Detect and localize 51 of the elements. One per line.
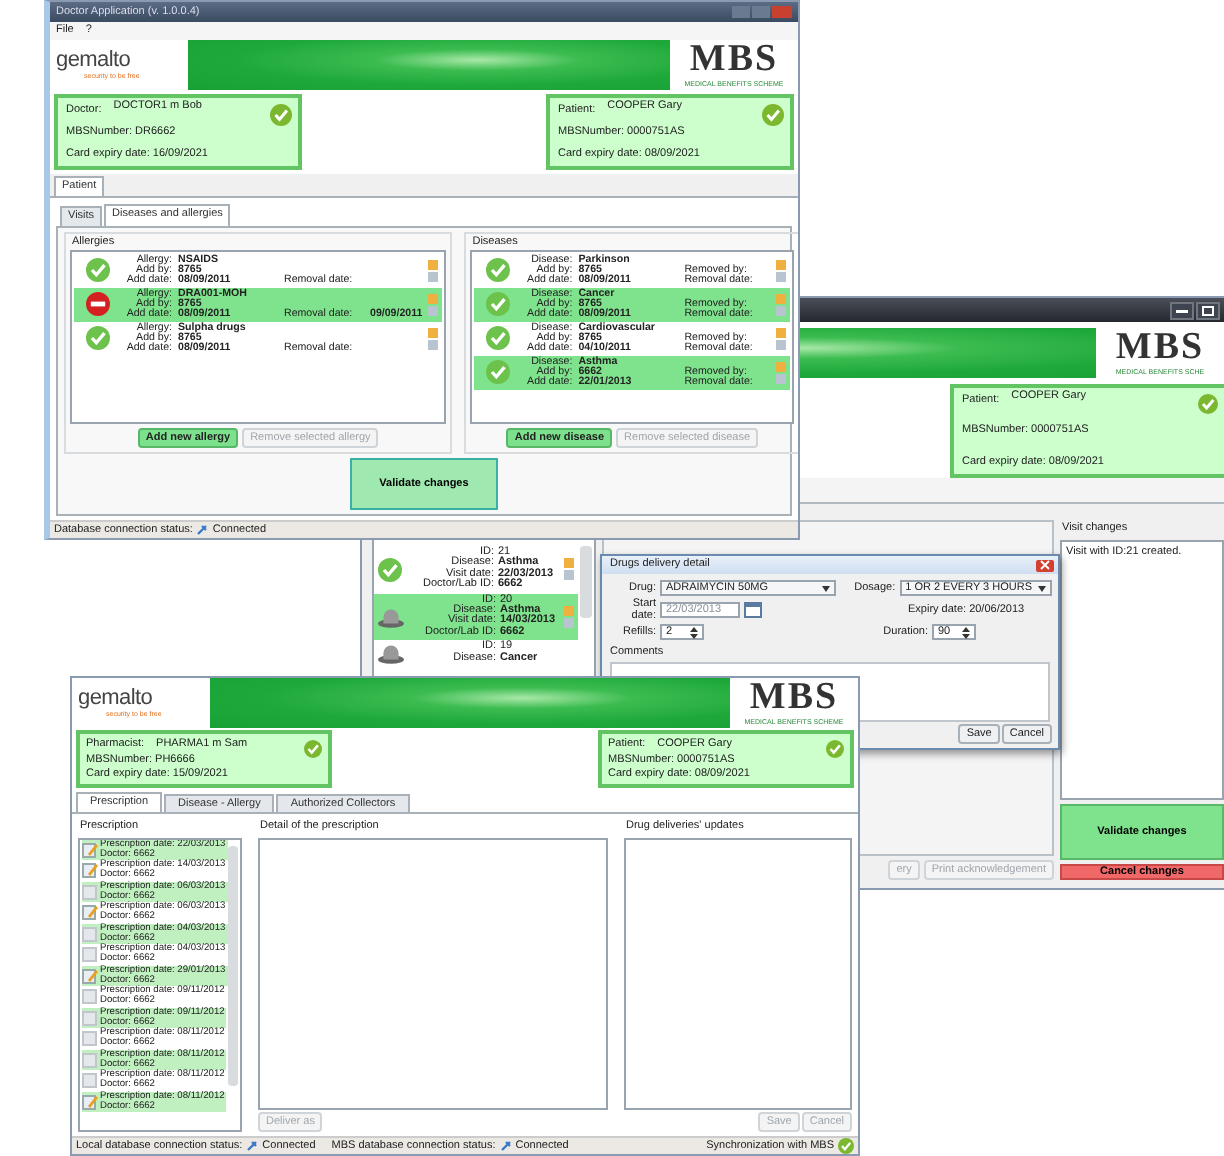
delete-icon[interactable] <box>428 339 439 350</box>
check-circle-icon <box>486 360 511 385</box>
document-icon <box>82 883 98 900</box>
check-circle-icon <box>486 292 511 317</box>
check-circle-icon <box>86 258 110 283</box>
maximize-button[interactable] <box>1196 301 1220 319</box>
spin-arrows-icon <box>690 625 698 639</box>
hat-icon <box>378 605 404 628</box>
plug-icon <box>246 1140 259 1152</box>
close-button[interactable] <box>1036 559 1054 571</box>
check-circle-icon <box>86 326 110 351</box>
delete-icon[interactable] <box>428 271 439 282</box>
spin-arrows-icon <box>962 625 970 639</box>
edit-icon[interactable] <box>776 259 787 270</box>
no-entry-icon <box>86 292 110 317</box>
plug-icon <box>196 524 209 536</box>
minimize-button[interactable] <box>1170 301 1194 319</box>
check-circle-icon <box>270 104 292 126</box>
close-icon <box>1040 560 1050 570</box>
edit-icon[interactable] <box>776 361 787 372</box>
edit-icon[interactable] <box>564 558 574 569</box>
edit-icon[interactable] <box>564 605 574 616</box>
edit-icon[interactable] <box>428 293 439 304</box>
delete-icon[interactable] <box>776 339 787 350</box>
check-circle-icon <box>486 326 511 351</box>
delete-icon[interactable] <box>564 617 574 628</box>
edit-icon[interactable] <box>776 293 787 304</box>
check-circle-icon <box>378 557 402 582</box>
edit-icon[interactable] <box>428 259 439 270</box>
calendar-icon[interactable] <box>744 602 762 618</box>
window-controls-icon[interactable] <box>732 4 792 20</box>
scrollbar[interactable] <box>228 845 238 1086</box>
minimize-icon <box>1176 306 1188 314</box>
edit-icon[interactable] <box>776 327 787 338</box>
caret-icon <box>1038 585 1046 591</box>
check-circle-icon <box>826 740 844 758</box>
caret-icon <box>822 585 830 591</box>
check-circle-icon <box>304 740 322 758</box>
delete-icon[interactable] <box>428 305 439 316</box>
edit-icon[interactable] <box>428 327 439 338</box>
check-circle-icon <box>486 258 511 283</box>
check-circle-icon <box>762 104 784 126</box>
delete-icon[interactable] <box>564 570 574 581</box>
check-circle-icon <box>1198 394 1218 414</box>
delete-icon[interactable] <box>776 373 787 384</box>
maximize-icon <box>1202 305 1214 315</box>
hat-icon <box>378 642 404 665</box>
delete-icon[interactable] <box>776 305 787 316</box>
delete-icon[interactable] <box>776 271 787 282</box>
scrollbar[interactable] <box>580 546 592 618</box>
plug-icon <box>499 1140 512 1152</box>
